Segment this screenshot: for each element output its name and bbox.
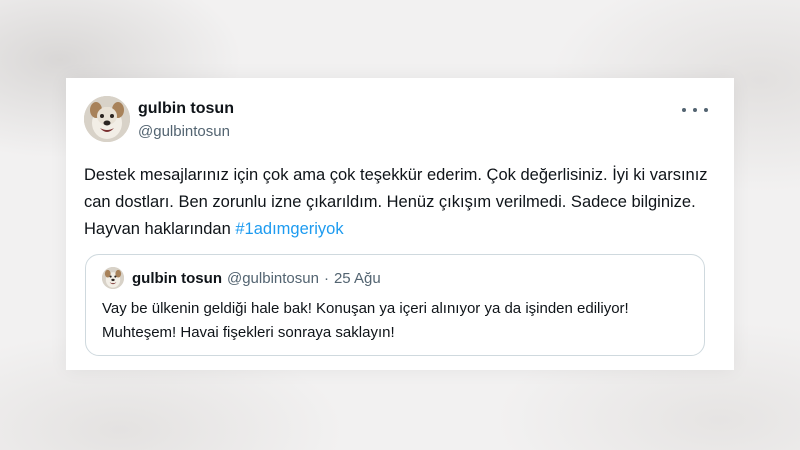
quoted-tweet[interactable]: gulbin tosun @gulbintosun · 25 Ağu Vay b… — [85, 254, 705, 356]
more-dot — [682, 108, 686, 112]
author-name[interactable]: gulbin tosun — [138, 100, 234, 118]
more-dot — [693, 108, 697, 112]
quoted-author-name[interactable]: gulbin tosun — [132, 270, 222, 287]
dog-avatar-image — [102, 267, 124, 289]
quoted-tweet-text: Vay be ülkenin geldiği hale bak! Konuşan… — [102, 300, 629, 341]
quoted-avatar[interactable] — [102, 267, 124, 289]
author-handle[interactable]: @gulbintosun — [138, 123, 230, 140]
dog-avatar-image — [84, 96, 130, 142]
tweet-card[interactable]: gulbin tosun @gulbintosun Destek mesajla… — [66, 78, 734, 370]
quoted-author-handle[interactable]: @gulbintosun — [227, 270, 319, 287]
more-dot — [704, 108, 708, 112]
quoted-tweet-header: gulbin tosun @gulbintosun · 25 Ağu — [102, 267, 381, 289]
quoted-date[interactable]: 25 Ağu — [334, 270, 381, 287]
tweet-text: Destek mesajlarınız için çok ama çok teş… — [84, 162, 724, 243]
more-horizontal-icon[interactable] — [682, 100, 708, 120]
separator-dot: · — [323, 269, 329, 287]
tweet-body: Destek mesajlarınız için çok ama çok teş… — [84, 166, 708, 238]
hashtag-link[interactable]: #1adımgeriyok — [235, 220, 343, 238]
avatar[interactable] — [84, 96, 130, 142]
